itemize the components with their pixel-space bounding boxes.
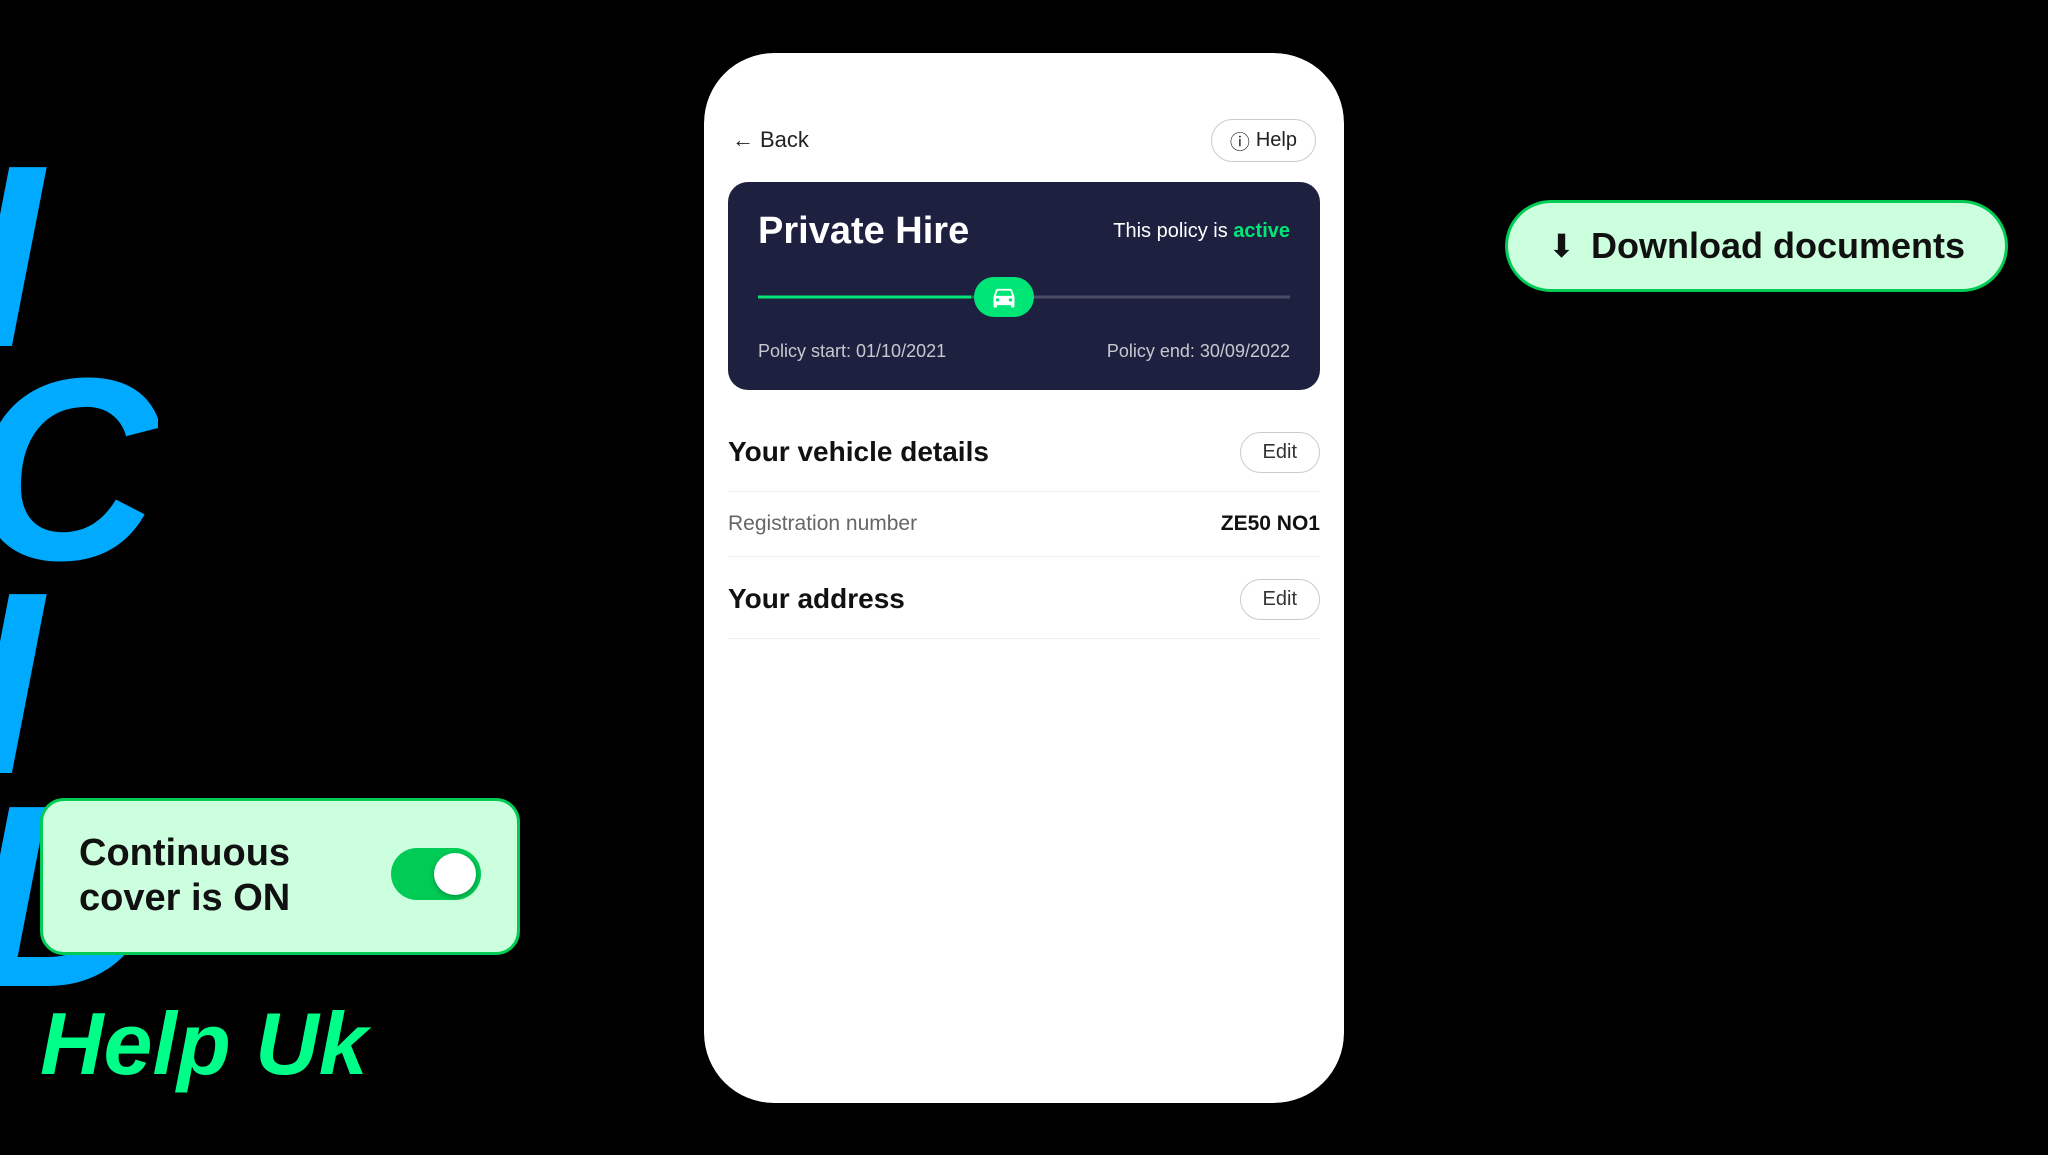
- help-label: Help: [1256, 129, 1297, 152]
- policy-start-date: Policy start: 01/10/2021: [758, 341, 946, 362]
- help-uk-label: Help Uk: [40, 993, 368, 1095]
- help-button[interactable]: ⓘ Help: [1211, 119, 1316, 162]
- screen-content: ← Back ⓘ Help Private Hire This policy i…: [704, 53, 1344, 1103]
- policy-end-date: Policy end: 30/09/2022: [1107, 341, 1290, 362]
- toggle-thumb: [434, 853, 476, 895]
- download-documents-callout[interactable]: ⬇ Download documents: [1505, 200, 2008, 292]
- help-circle-icon: ⓘ: [1230, 126, 1250, 155]
- address-edit-button[interactable]: Edit: [1240, 579, 1320, 620]
- toggle-track: [391, 848, 481, 900]
- policy-title: Private Hire: [758, 210, 969, 253]
- cover-callout-text: Continuous cover is ON: [79, 831, 371, 922]
- brand-letters: I C I D: [0, 0, 158, 1155]
- vehicle-section: Your vehicle details Edit Registration n…: [704, 410, 1344, 557]
- car-svg: [990, 283, 1018, 311]
- vehicle-section-header: Your vehicle details Edit: [728, 410, 1320, 492]
- address-section: Your address Edit: [704, 557, 1344, 639]
- vehicle-edit-button[interactable]: Edit: [1240, 432, 1320, 473]
- registration-label: Registration number: [728, 512, 917, 536]
- download-icon: ⬇: [1548, 227, 1575, 265]
- phone-screen: ← Back ⓘ Help Private Hire This policy i…: [704, 53, 1344, 1103]
- download-callout-label: Download documents: [1591, 225, 1965, 267]
- app-header: ← Back ⓘ Help: [704, 103, 1344, 174]
- registration-value: ZE50 NO1: [1221, 512, 1320, 536]
- policy-status-prefix: This policy is: [1113, 220, 1227, 242]
- continuous-cover-callout: Continuous cover is ON: [40, 798, 520, 955]
- back-label: Back: [760, 127, 809, 153]
- policy-status: This policy is active: [1113, 220, 1290, 243]
- registration-row: Registration number ZE50 NO1: [728, 492, 1320, 557]
- vehicle-section-title: Your vehicle details: [728, 436, 989, 468]
- timeline-car-icon: [974, 277, 1034, 317]
- policy-card: Private Hire This policy is active: [728, 182, 1320, 390]
- back-arrow-icon: ←: [732, 127, 754, 153]
- cover-toggle[interactable]: [391, 848, 481, 905]
- policy-card-top: Private Hire This policy is active: [758, 210, 1290, 253]
- back-button[interactable]: ← Back: [732, 127, 809, 153]
- address-section-header: Your address Edit: [728, 557, 1320, 639]
- phone-device: ← Back ⓘ Help Private Hire This policy i…: [704, 53, 1344, 1103]
- phone-frame: ← Back ⓘ Help Private Hire This policy i…: [704, 53, 1344, 1103]
- policy-dates: Policy start: 01/10/2021 Policy end: 30/…: [758, 341, 1290, 362]
- address-section-title: Your address: [728, 583, 905, 615]
- policy-timeline: [758, 277, 1290, 317]
- policy-status-value: active: [1233, 220, 1290, 242]
